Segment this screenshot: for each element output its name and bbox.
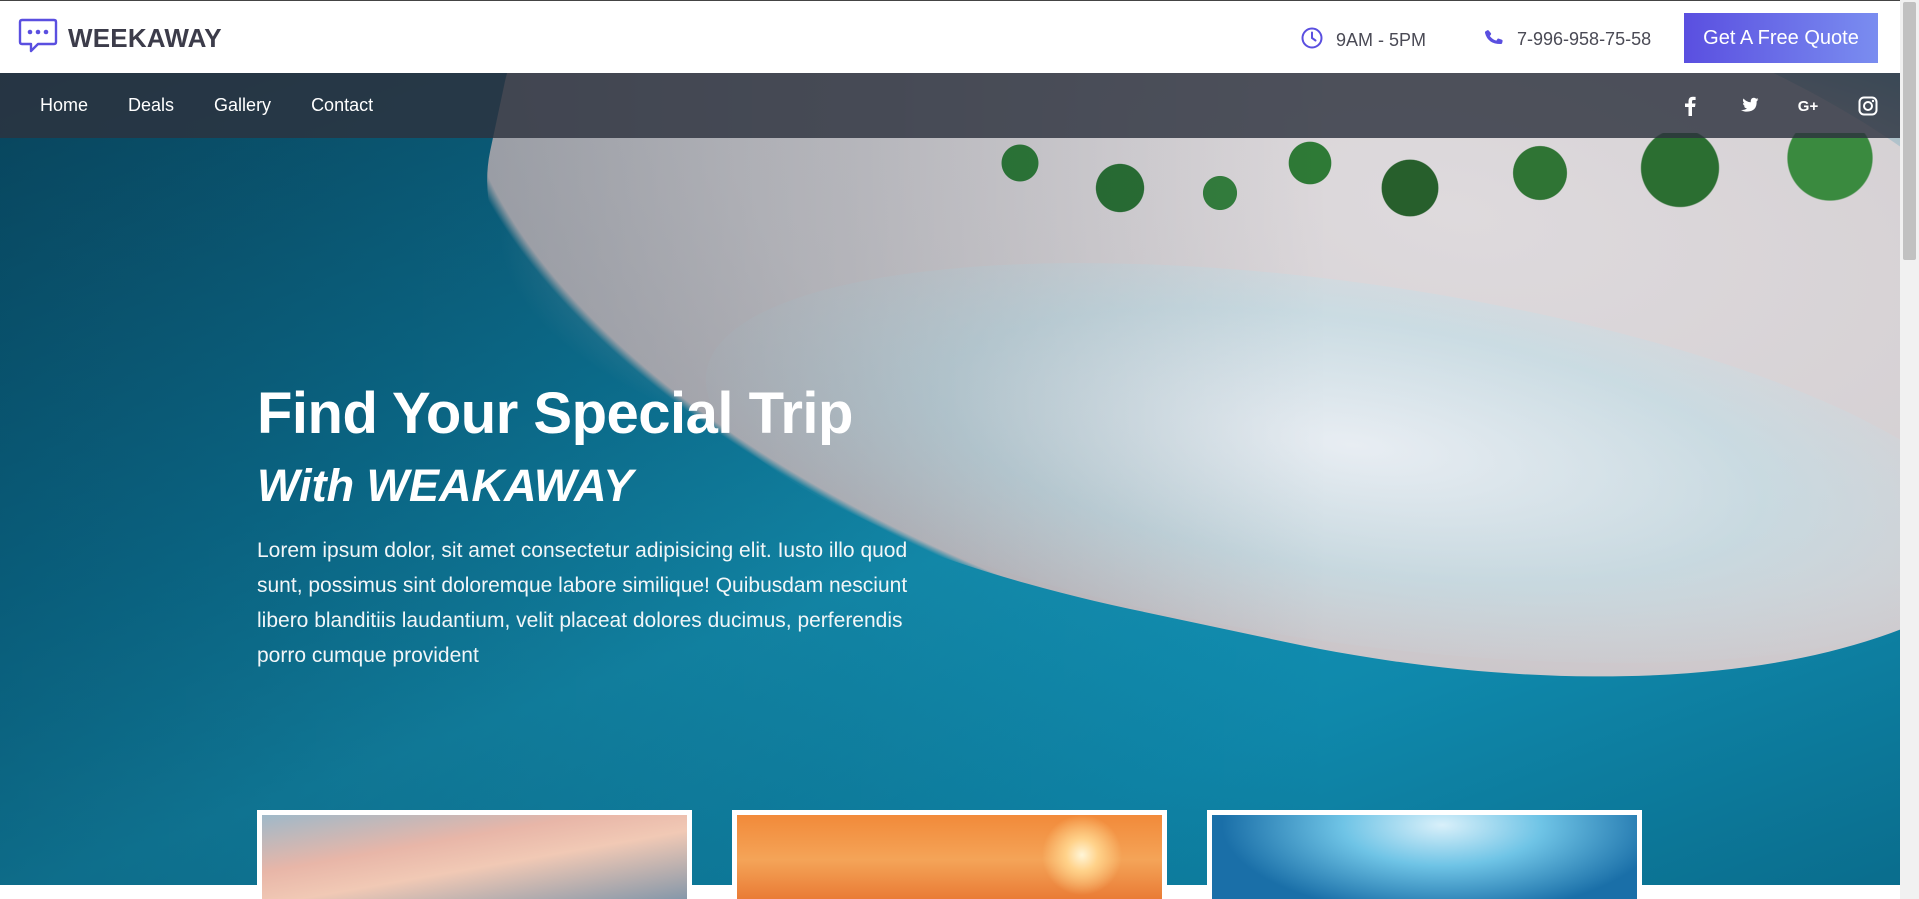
chat-logo-icon xyxy=(18,17,58,60)
nav-gallery[interactable]: Gallery xyxy=(214,95,271,116)
nav-links: Home Deals Gallery Contact xyxy=(40,95,413,116)
card-sunset-clouds[interactable] xyxy=(257,810,692,899)
hours-text: 9AM - 5PM xyxy=(1336,30,1427,50)
nav-contact[interactable]: Contact xyxy=(311,95,373,116)
top-header: WEEKAWAY 9AM - 5PM 7-996-958-75-58 Get A… xyxy=(0,0,1900,73)
facebook-icon[interactable] xyxy=(1676,93,1704,119)
business-hours: 9AM - 5PM xyxy=(1300,26,1426,55)
clock-icon xyxy=(1300,26,1324,55)
phone-text: 7-996-958-75-58 xyxy=(1517,29,1652,49)
hero-title: Find Your Special Trip xyxy=(257,381,853,446)
scrollbar-thumb[interactable] xyxy=(1903,2,1916,260)
phone-icon xyxy=(1483,26,1505,53)
get-quote-button[interactable]: Get A Free Quote xyxy=(1684,13,1878,63)
instagram-icon[interactable] xyxy=(1854,93,1882,119)
phone-number[interactable]: 7-996-958-75-58 xyxy=(1483,26,1651,53)
card-underwater[interactable] xyxy=(1207,810,1642,899)
card-image xyxy=(737,815,1162,899)
twitter-icon[interactable] xyxy=(1734,93,1762,119)
nav-deals[interactable]: Deals xyxy=(128,95,174,116)
card-image xyxy=(1212,815,1637,899)
nav-home[interactable]: Home xyxy=(40,95,88,116)
brand[interactable]: WEEKAWAY xyxy=(18,17,222,60)
hero-subtitle: With WEAKAWAY xyxy=(257,460,634,511)
brand-name: WEEKAWAY xyxy=(68,23,222,53)
page-scrollbar[interactable] xyxy=(1900,0,1919,899)
google-plus-icon[interactable]: G+ xyxy=(1794,93,1822,119)
hero-description: Lorem ipsum dolor, sit amet consectetur … xyxy=(257,539,908,667)
card-orange-sunset[interactable] xyxy=(732,810,1167,899)
card-image xyxy=(262,815,687,899)
main-nav: Home Deals Gallery Contact G+ xyxy=(0,73,1900,138)
